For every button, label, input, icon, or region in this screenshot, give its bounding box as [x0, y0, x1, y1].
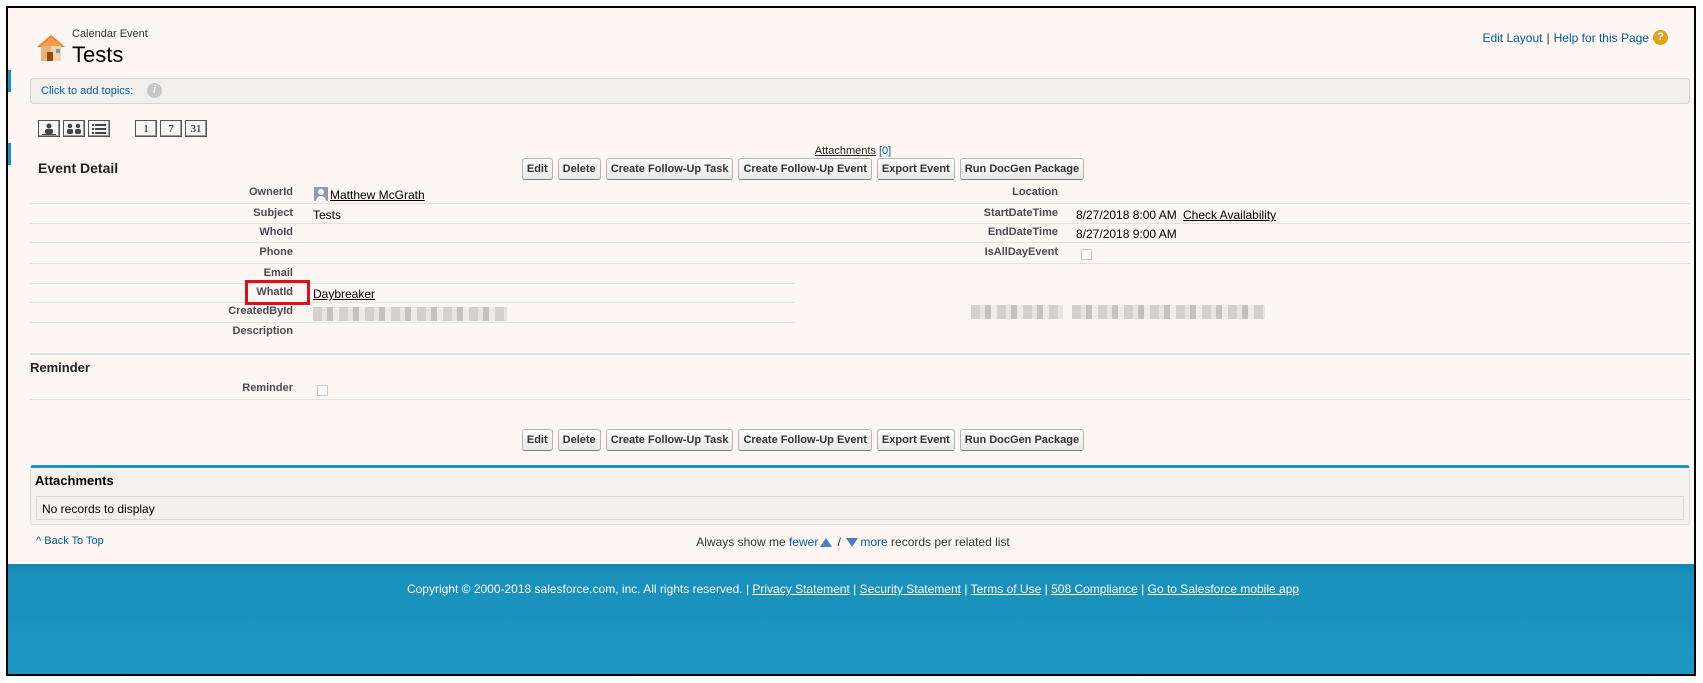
508-compliance-link[interactable]: 508 Compliance — [1051, 582, 1138, 596]
help-icon[interactable]: ? — [1653, 30, 1668, 45]
multi-user-view-icon[interactable] — [63, 120, 85, 137]
createdbyid-label: CreatedById — [228, 305, 293, 317]
enddatetime-value: 8/27/2018 9:00 AM — [1076, 227, 1177, 241]
show-me-suffix: records per related list — [891, 535, 1010, 549]
show-me-slash: / — [837, 535, 841, 549]
section-divider — [30, 353, 1690, 355]
phone-label: Phone — [259, 246, 293, 258]
copyright-text: Copyright © 2000-2018 salesforce.com, in… — [406, 582, 750, 596]
add-topics-link[interactable]: Click to add topics: — [41, 85, 133, 97]
footer: Copyright © 2000-2018 salesforce.com, in… — [8, 564, 1694, 674]
run-docgen-package-button[interactable]: Run DocGen Package — [959, 158, 1085, 180]
reminder-section-title: Reminder — [30, 360, 90, 375]
attachments-list-title: Attachments — [35, 473, 114, 488]
check-availability-link[interactable]: Check Availability — [1183, 208, 1276, 222]
delete-button-bottom[interactable]: Delete — [557, 429, 601, 451]
day-view-button[interactable]: 1 — [135, 120, 157, 137]
footer-separator: | — [1141, 582, 1145, 596]
whatid-label: WhatId — [256, 286, 293, 298]
footer-separator: | — [853, 582, 857, 596]
salesforce-mobile-app-link[interactable]: Go to Salesforce mobile app — [1148, 582, 1299, 596]
isalldayevent-checkbox — [1081, 249, 1092, 260]
ownerid-label: OwnerId — [248, 186, 293, 198]
info-icon[interactable]: i — [147, 83, 162, 98]
show-me-prefix: Always show me — [696, 535, 786, 549]
attachments-link[interactable]: Attachments — [815, 145, 876, 157]
whoid-label: WhoId — [259, 226, 293, 238]
single-user-view-icon[interactable] — [38, 120, 60, 137]
attachments-count: [0] — [878, 145, 892, 157]
footer-links: Copyright © 2000-2018 salesforce.com, in… — [8, 582, 1694, 596]
list-view-icon[interactable] — [88, 120, 110, 137]
delete-button[interactable]: Delete — [557, 158, 601, 180]
edit-layout-link[interactable]: Edit Layout — [1482, 31, 1542, 45]
redacted-createdby — [313, 307, 507, 321]
isalldayevent-label: IsAllDayEvent — [984, 246, 1058, 258]
header-links: Edit Layout | Help for this Page ? — [1482, 30, 1668, 45]
top-button-row: Edit Delete Create Follow-Up Task Create… — [8, 158, 1694, 180]
fewer-link[interactable]: fewer — [789, 535, 818, 549]
export-event-button-bottom[interactable]: Export Event — [876, 429, 955, 451]
create-follow-up-event-button[interactable]: Create Follow-Up Event — [738, 158, 872, 180]
bottom-button-row: Edit Delete Create Follow-Up Task Create… — [8, 429, 1694, 451]
owner-link[interactable]: Matthew McGrath — [330, 188, 425, 202]
security-statement-link[interactable]: Security Statement — [860, 582, 961, 596]
edit-button-bottom[interactable]: Edit — [521, 429, 553, 451]
terms-of-use-link[interactable]: Terms of Use — [971, 582, 1042, 596]
topics-bar: Click to add topics: i — [30, 78, 1690, 104]
record-type-label: Calendar Event — [72, 28, 148, 40]
month-view-button[interactable]: 31 — [185, 120, 207, 137]
whatid-link[interactable]: Daybreaker — [313, 287, 375, 301]
footer-separator: | — [964, 582, 968, 596]
week-view-button[interactable]: 7 — [160, 120, 182, 137]
redacted-value — [1072, 305, 1265, 319]
no-records-message: No records to display — [36, 496, 1684, 520]
email-label: Email — [263, 267, 293, 279]
calendar-event-house-icon — [37, 35, 65, 61]
enddatetime-label: EndDateTime — [987, 226, 1058, 238]
more-link[interactable]: more — [860, 535, 887, 549]
triangle-up-icon[interactable] — [820, 538, 833, 548]
attachments-related-list: Attachments No records to display — [30, 465, 1690, 525]
calendar-range-buttons: 1 7 31 — [135, 120, 207, 137]
header-link-separator: | — [1546, 30, 1550, 45]
create-follow-up-event-button-bottom[interactable]: Create Follow-Up Event — [738, 429, 872, 451]
location-label: Location — [1012, 186, 1058, 198]
triangle-down-icon[interactable] — [846, 538, 859, 548]
reminder-label: Reminder — [242, 382, 293, 394]
footer-separator: | — [1044, 582, 1048, 596]
subject-value: Tests — [313, 208, 342, 222]
page-title: Tests — [72, 42, 124, 67]
user-avatar-icon — [314, 187, 328, 201]
subject-label: Subject — [253, 207, 293, 219]
startdatetime-value: 8/27/2018 8:00 AM — [1076, 208, 1177, 222]
attachments-hover-link: Attachments [0] — [8, 145, 1694, 157]
privacy-statement-link[interactable]: Privacy Statement — [752, 582, 849, 596]
redacted-label — [971, 305, 1063, 319]
reminder-checkbox — [317, 385, 328, 396]
run-docgen-package-button-bottom[interactable]: Run DocGen Package — [959, 429, 1085, 451]
create-follow-up-task-button[interactable]: Create Follow-Up Task — [605, 158, 734, 180]
salesforce-page-frame: Calendar Event Tests Edit Layout | Help … — [6, 6, 1696, 676]
export-event-button[interactable]: Export Event — [876, 158, 955, 180]
calendar-view-buttons — [38, 120, 110, 137]
sidebar-collapse-handle[interactable] — [8, 70, 11, 92]
create-follow-up-task-button-bottom[interactable]: Create Follow-Up Task — [605, 429, 734, 451]
help-for-page-link[interactable]: Help for this Page — [1554, 31, 1649, 45]
related-list-size-control: Always show me fewer / more records per … — [8, 535, 1694, 549]
description-label: Description — [232, 325, 293, 337]
edit-button[interactable]: Edit — [521, 158, 553, 180]
startdatetime-label: StartDateTime — [983, 207, 1058, 219]
